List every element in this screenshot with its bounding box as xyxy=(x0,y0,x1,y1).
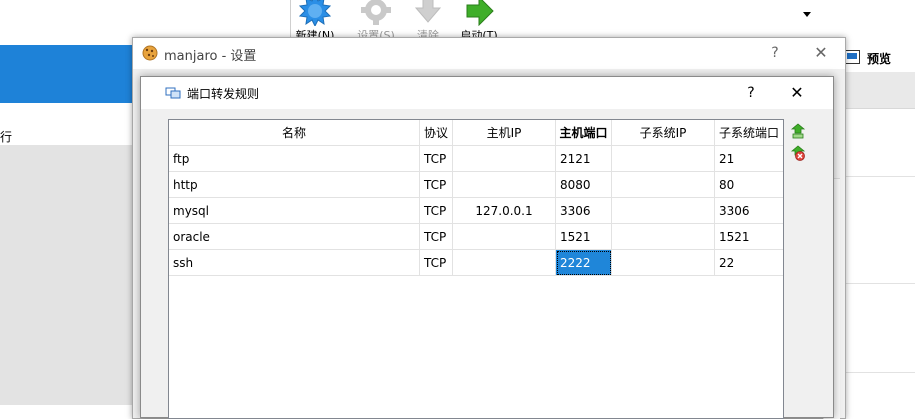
vm-list-item-selected[interactable] xyxy=(0,45,140,103)
settings-window-title: manjaro - 设置 xyxy=(164,49,257,64)
cell-guest-port[interactable]: 3306 xyxy=(715,198,783,224)
port-forwarding-title: 端口转发规则 xyxy=(187,87,260,101)
settings-gear-icon xyxy=(361,0,391,25)
cell-guest-ip[interactable] xyxy=(612,198,715,224)
cell-host-port-selected[interactable]: 2222 xyxy=(556,250,612,276)
new-vm-icon xyxy=(299,0,331,26)
cell-host-port[interactable]: 1521 xyxy=(556,224,612,250)
column-header-guest-ip[interactable]: 子系统IP xyxy=(612,120,715,146)
column-header-guest-port[interactable]: 子系统端口 xyxy=(715,120,783,146)
vm-status-text-2: 行 xyxy=(0,130,13,144)
chevron-down-icon[interactable] xyxy=(801,10,813,20)
cell-protocol[interactable]: TCP xyxy=(420,198,453,224)
cell-protocol[interactable]: TCP xyxy=(420,172,453,198)
column-header-host-ip[interactable]: 主机IP xyxy=(453,120,556,146)
cell-guest-port[interactable]: 1521 xyxy=(715,224,783,250)
cell-guest-ip[interactable] xyxy=(612,172,715,198)
discard-arrow-icon xyxy=(414,0,442,23)
monitor-icon xyxy=(844,50,860,64)
cell-guest-ip[interactable] xyxy=(612,146,715,172)
cell-guest-port[interactable]: 22 xyxy=(715,250,783,276)
cell-host-ip[interactable] xyxy=(453,250,556,276)
cell-name[interactable]: oracle xyxy=(169,224,420,250)
cell-host-ip[interactable]: 127.0.0.1 xyxy=(453,198,556,224)
cell-protocol[interactable]: TCP xyxy=(420,250,453,276)
cell-guest-ip[interactable] xyxy=(612,224,715,250)
cell-guest-port[interactable]: 80 xyxy=(715,172,783,198)
close-button[interactable]: ✕ xyxy=(785,83,809,103)
cell-host-ip[interactable] xyxy=(453,146,556,172)
cell-host-ip[interactable] xyxy=(453,172,556,198)
column-header-name[interactable]: 名称 xyxy=(169,120,420,146)
column-header-host-port[interactable]: 主机端口 xyxy=(556,120,612,146)
cell-name[interactable]: ftp xyxy=(169,146,420,172)
network-adapter-icon xyxy=(165,87,181,99)
column-header-protocol[interactable]: 协议 xyxy=(420,120,453,146)
port-forwarding-table[interactable]: 名称 协议 主机IP 主机端口 子系统IP 子系统端口 ftp TCP 2121… xyxy=(168,119,784,419)
preview-label: 预览 xyxy=(867,52,892,66)
remove-rule-icon[interactable] xyxy=(790,145,806,161)
cell-guest-port[interactable]: 21 xyxy=(715,146,783,172)
add-rule-icon[interactable] xyxy=(790,123,806,139)
cell-protocol[interactable]: TCP xyxy=(420,146,453,172)
cell-guest-ip[interactable] xyxy=(612,250,715,276)
cell-host-ip[interactable] xyxy=(453,224,556,250)
port-forwarding-titlebar[interactable]: 端口转发规则 ? ✕ xyxy=(141,77,833,109)
port-forwarding-dialog: 端口转发规则 ? ✕ 名称 协议 主机IP 主机端口 子系统IP 子系统端口 f… xyxy=(140,76,834,419)
vm-cookie-icon xyxy=(142,45,158,61)
cell-protocol[interactable]: TCP xyxy=(420,224,453,250)
close-button[interactable]: ✕ xyxy=(810,43,832,63)
cell-name[interactable]: mysql xyxy=(169,198,420,224)
cell-host-port[interactable]: 3306 xyxy=(556,198,612,224)
settings-titlebar[interactable]: manjaro - 设置 ? ✕ xyxy=(133,38,845,69)
help-button[interactable]: ? xyxy=(741,83,761,103)
help-button[interactable]: ? xyxy=(765,43,785,63)
cell-name[interactable]: ssh xyxy=(169,250,420,276)
start-arrow-icon xyxy=(466,0,494,26)
cell-name[interactable]: http xyxy=(169,172,420,198)
cell-host-port[interactable]: 2121 xyxy=(556,146,612,172)
cell-host-port[interactable]: 8080 xyxy=(556,172,612,198)
preview-section-header[interactable]: 预览 xyxy=(838,46,915,70)
